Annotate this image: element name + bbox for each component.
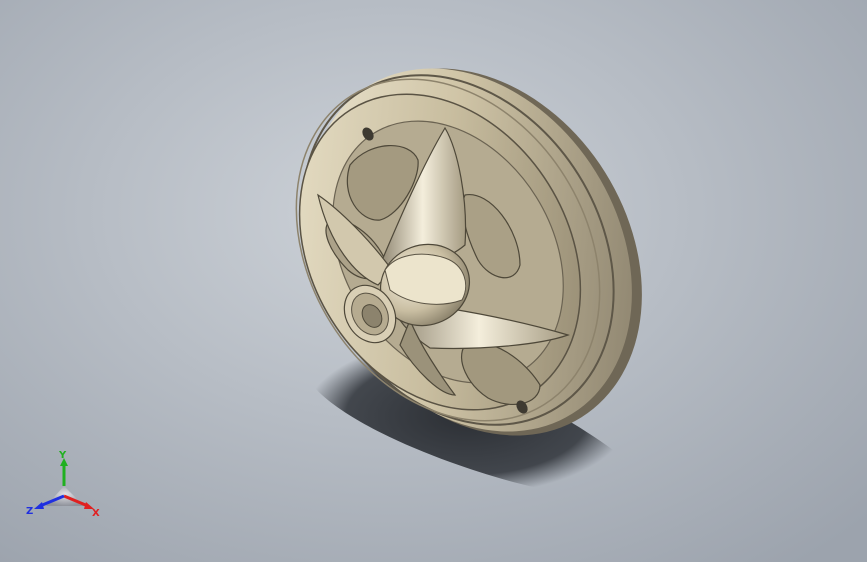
x-axis-label: X <box>92 508 100 519</box>
coordinate-triad: Y X Z <box>26 450 100 519</box>
z-axis-label: Z <box>26 506 33 517</box>
graphics-viewport[interactable]: Y X Z <box>0 0 867 562</box>
y-axis-label: Y <box>58 450 67 461</box>
model-scene[interactable] <box>0 0 867 562</box>
pulley-wheel-model <box>295 68 642 436</box>
